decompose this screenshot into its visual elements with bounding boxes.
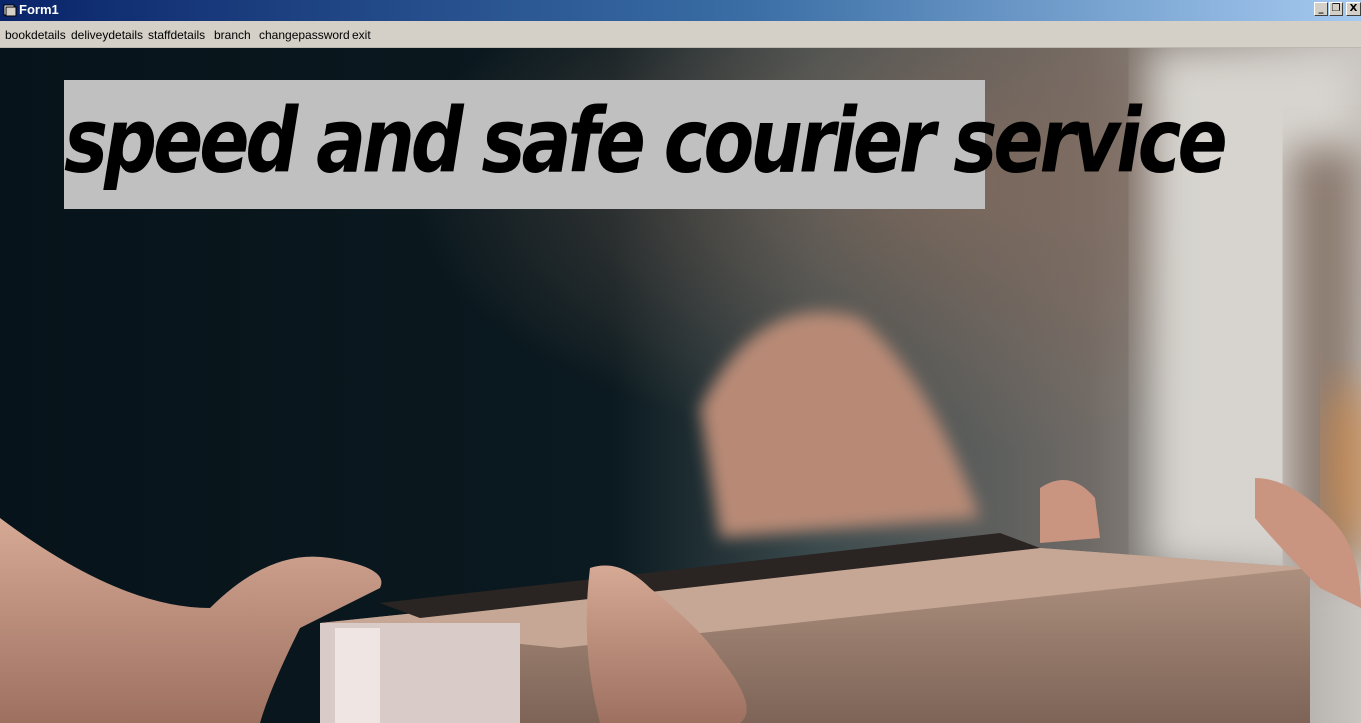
menu-item-bookdetails[interactable]: bookdetails [5, 28, 66, 42]
menu-item-exit[interactable]: exit [352, 28, 371, 42]
banner: speed and safe courier service [64, 80, 1228, 209]
close-button[interactable]: X [1346, 2, 1361, 16]
window-titlebar[interactable]: Form1 _ ❐ X [0, 0, 1361, 21]
menu-bar: bookdetails deliveydetails staffdetails … [0, 21, 1361, 48]
menu-item-deliveydetails[interactable]: deliveydetails [71, 28, 143, 42]
form-icon [3, 4, 17, 17]
menu-item-changepassword[interactable]: changepassword [259, 28, 350, 42]
banner-title: speed and safe courier service [64, 89, 1228, 194]
menu-item-branch[interactable]: branch [214, 28, 251, 42]
window-title: Form1 [19, 2, 59, 17]
menu-item-staffdetails[interactable]: staffdetails [148, 28, 205, 42]
maximize-button[interactable]: ❐ [1329, 2, 1343, 16]
minimize-button[interactable]: _ [1314, 2, 1328, 16]
